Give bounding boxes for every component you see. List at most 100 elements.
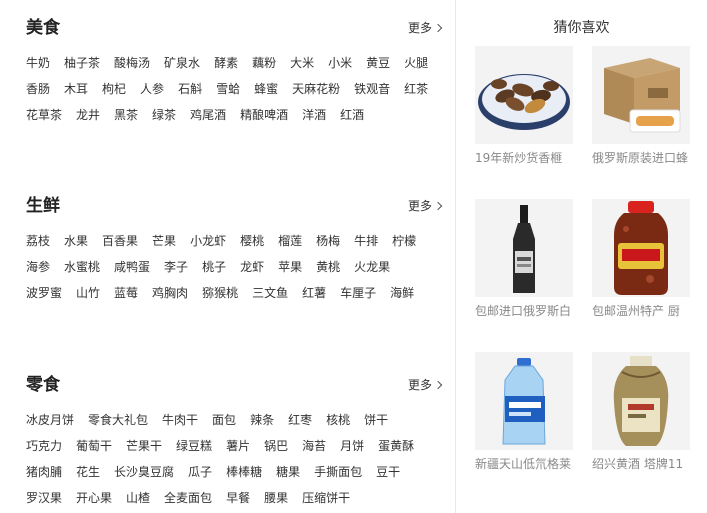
category-link[interactable]: 罗汉果: [26, 485, 62, 511]
category-link[interactable]: 枸杞: [102, 76, 126, 102]
category-link[interactable]: 精酿啤酒: [240, 102, 288, 128]
product-card[interactable]: 新疆天山低氘格莱: [475, 352, 573, 472]
category-link[interactable]: 火腿: [404, 50, 428, 76]
product-caption[interactable]: 绍兴黄酒 塔牌11: [592, 456, 692, 472]
category-link[interactable]: 矿泉水: [164, 50, 200, 76]
category-link[interactable]: 石斛: [178, 76, 202, 102]
category-link[interactable]: 柚子茶: [64, 50, 100, 76]
category-link[interactable]: 葡萄干: [76, 433, 112, 459]
category-link[interactable]: 黄桃: [316, 254, 340, 280]
category-link[interactable]: 红枣: [288, 407, 312, 433]
category-link[interactable]: 牛奶: [26, 50, 50, 76]
category-link[interactable]: 杨梅: [316, 228, 340, 254]
category-link[interactable]: 大米: [290, 50, 314, 76]
category-link[interactable]: 手撕面包: [314, 459, 362, 485]
category-link[interactable]: 花草茶: [26, 102, 62, 128]
category-link[interactable]: 火龙果: [354, 254, 390, 280]
category-link[interactable]: 腰果: [264, 485, 288, 511]
category-link[interactable]: 鸡尾酒: [190, 102, 226, 128]
category-link[interactable]: 桃子: [202, 254, 226, 280]
category-link[interactable]: 樱桃: [240, 228, 264, 254]
product-card[interactable]: 绍兴黄酒 塔牌11: [592, 352, 690, 472]
product-caption[interactable]: 俄罗斯原装进口蜂: [592, 150, 692, 166]
category-link[interactable]: 糖果: [276, 459, 300, 485]
category-link[interactable]: 百香果: [102, 228, 138, 254]
category-link[interactable]: 长沙臭豆腐: [114, 459, 174, 485]
product-card[interactable]: 包邮温州特产 厨: [592, 199, 690, 319]
category-link[interactable]: 辣条: [250, 407, 274, 433]
category-link[interactable]: 压缩饼干: [302, 485, 350, 511]
category-link[interactable]: 红酒: [340, 102, 364, 128]
product-image-wine[interactable]: [592, 352, 690, 450]
category-link[interactable]: 榴莲: [278, 228, 302, 254]
product-card[interactable]: 19年新炒货香榧: [475, 46, 573, 166]
category-link[interactable]: 藕粉: [252, 50, 276, 76]
product-caption[interactable]: 包邮进口俄罗斯白: [475, 303, 575, 319]
category-link[interactable]: 酵素: [214, 50, 238, 76]
category-link[interactable]: 月饼: [340, 433, 364, 459]
category-link[interactable]: 锅巴: [264, 433, 288, 459]
product-caption[interactable]: 新疆天山低氘格莱: [475, 456, 575, 472]
category-link[interactable]: 海苔: [302, 433, 326, 459]
category-link[interactable]: 车厘子: [340, 280, 376, 306]
category-link[interactable]: 牛肉干: [162, 407, 198, 433]
more-link[interactable]: 更多: [408, 198, 443, 214]
product-caption[interactable]: 包邮温州特产 厨: [592, 303, 692, 319]
category-link[interactable]: 红茶: [404, 76, 428, 102]
category-link[interactable]: 山竹: [76, 280, 100, 306]
product-card[interactable]: 包邮进口俄罗斯白: [475, 199, 573, 319]
category-link[interactable]: 鸡胸肉: [152, 280, 188, 306]
category-link[interactable]: 棒棒糖: [226, 459, 262, 485]
category-link[interactable]: 荔枝: [26, 228, 50, 254]
category-link[interactable]: 龙井: [76, 102, 100, 128]
category-link[interactable]: 山楂: [126, 485, 150, 511]
category-link[interactable]: 水果: [64, 228, 88, 254]
category-link[interactable]: 海鲜: [390, 280, 414, 306]
category-link[interactable]: 海参: [26, 254, 50, 280]
product-caption[interactable]: 19年新炒货香榧: [475, 150, 575, 166]
category-link[interactable]: 豆干: [376, 459, 400, 485]
category-link[interactable]: 天麻花粉: [292, 76, 340, 102]
category-link[interactable]: 绿茶: [152, 102, 176, 128]
category-link[interactable]: 芒果: [152, 228, 176, 254]
product-image-nuts[interactable]: [475, 46, 573, 144]
category-link[interactable]: 水蜜桃: [64, 254, 100, 280]
category-link[interactable]: 咸鸭蛋: [114, 254, 150, 280]
category-link[interactable]: 黑茶: [114, 102, 138, 128]
category-link[interactable]: 洋酒: [302, 102, 326, 128]
category-link[interactable]: 小米: [328, 50, 352, 76]
category-link[interactable]: 香肠: [26, 76, 50, 102]
category-link[interactable]: 牛排: [354, 228, 378, 254]
category-link[interactable]: 木耳: [64, 76, 88, 102]
product-image-jar[interactable]: [592, 199, 690, 297]
category-link[interactable]: 酸梅汤: [114, 50, 150, 76]
category-link[interactable]: 铁观音: [354, 76, 390, 102]
more-link[interactable]: 更多: [408, 377, 443, 393]
category-link[interactable]: 蓝莓: [114, 280, 138, 306]
category-link[interactable]: 波罗蜜: [26, 280, 62, 306]
category-link[interactable]: 雪蛤: [216, 76, 240, 102]
category-link[interactable]: 核桃: [326, 407, 350, 433]
category-link[interactable]: 巧克力: [26, 433, 62, 459]
category-link[interactable]: 龙虾: [240, 254, 264, 280]
category-link[interactable]: 苹果: [278, 254, 302, 280]
category-link[interactable]: 黄豆: [366, 50, 390, 76]
category-link[interactable]: 柠檬: [392, 228, 416, 254]
category-link[interactable]: 蜂蜜: [254, 76, 278, 102]
category-link[interactable]: 小龙虾: [190, 228, 226, 254]
more-link[interactable]: 更多: [408, 20, 443, 36]
category-link[interactable]: 花生: [76, 459, 100, 485]
category-link[interactable]: 李子: [164, 254, 188, 280]
category-link[interactable]: 零食大礼包: [88, 407, 148, 433]
category-link[interactable]: 瓜子: [188, 459, 212, 485]
category-link[interactable]: 绿豆糕: [176, 433, 212, 459]
product-card[interactable]: 俄罗斯原装进口蜂: [592, 46, 690, 166]
category-link[interactable]: 红薯: [302, 280, 326, 306]
product-image-water[interactable]: [475, 352, 573, 450]
category-link[interactable]: 冰皮月饼: [26, 407, 74, 433]
category-link[interactable]: 猕猴桃: [202, 280, 238, 306]
product-image-vodka[interactable]: [475, 199, 573, 297]
category-link[interactable]: 猪肉脯: [26, 459, 62, 485]
category-link[interactable]: 人参: [140, 76, 164, 102]
category-link[interactable]: 蛋黄酥: [378, 433, 414, 459]
